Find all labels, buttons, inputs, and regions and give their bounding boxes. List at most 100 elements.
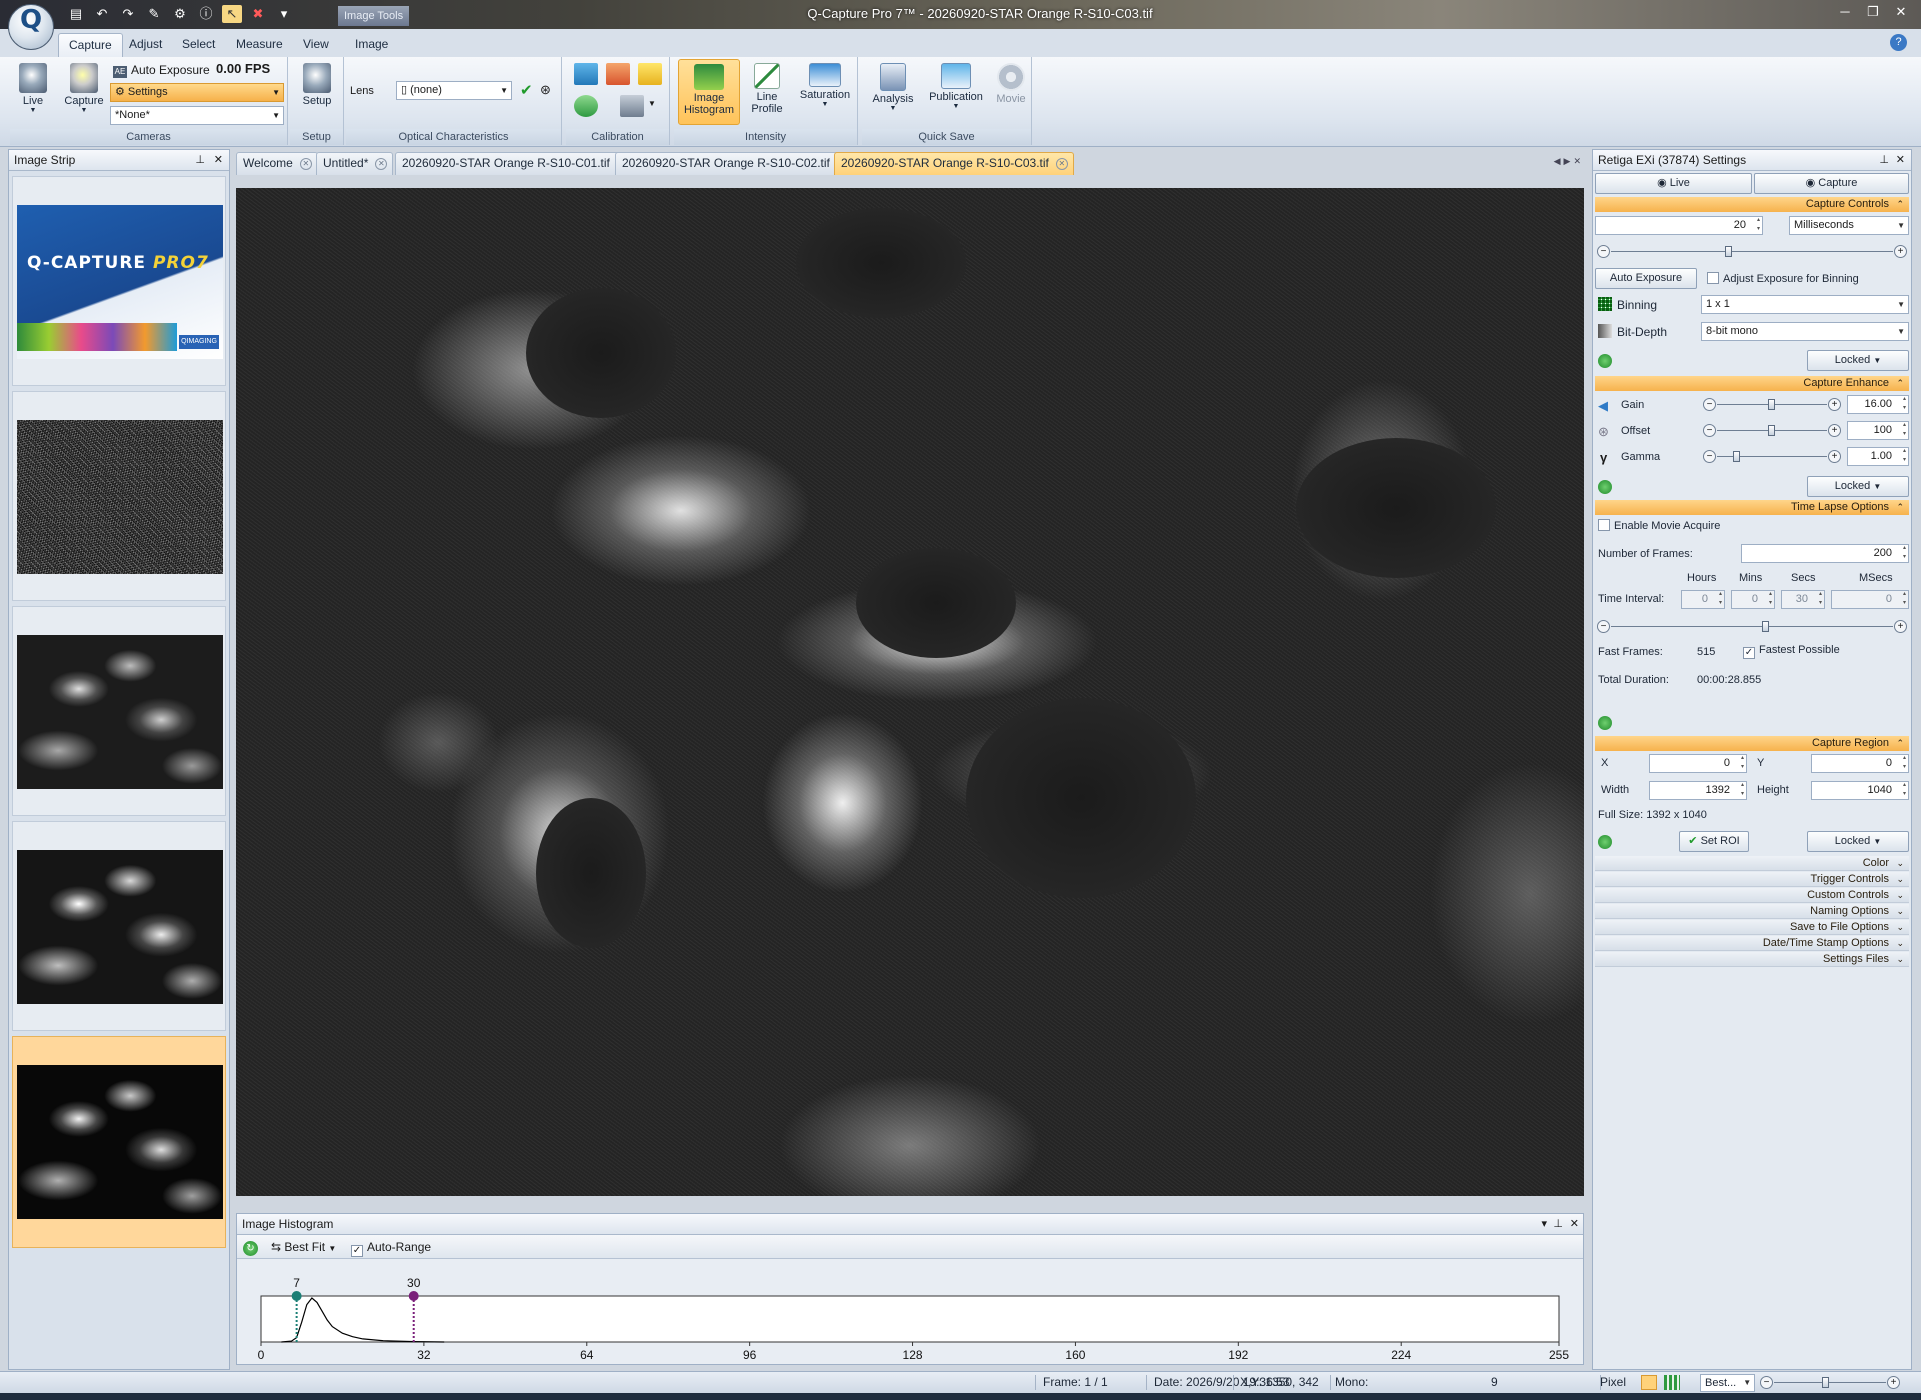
gain-slider[interactable]: − + xyxy=(1703,398,1841,412)
doc-tab-welcome[interactable]: Welcome ✕ xyxy=(236,152,318,175)
lens-settings-icon[interactable]: ⊛ xyxy=(540,82,551,98)
setup-button[interactable]: Setup xyxy=(294,59,340,107)
minus-icon[interactable]: − xyxy=(1703,398,1716,411)
undo-icon[interactable]: ↶ xyxy=(92,5,112,23)
minus-icon[interactable]: − xyxy=(1597,620,1610,633)
tab-nav-arrows[interactable]: ◀▶✕ xyxy=(1554,156,1584,167)
thumbnail-c01[interactable] xyxy=(12,606,226,816)
enable-movie-checkbox[interactable]: Enable Movie Acquire xyxy=(1598,519,1720,532)
settings-dropdown[interactable]: ⚙ Settings ▼ xyxy=(110,83,284,102)
preset-dropdown[interactable]: *None* ▼ xyxy=(110,106,284,125)
zoom-select[interactable]: Best... ▼ xyxy=(1700,1374,1756,1392)
pin-icon[interactable]: ⊥ xyxy=(195,150,205,171)
doc-tab-c03[interactable]: 20260920-STAR Orange R-S10-C03.tif ✕ xyxy=(834,152,1074,175)
minus-icon[interactable]: − xyxy=(1703,424,1716,437)
frames-input[interactable]: 200 xyxy=(1741,544,1909,563)
exposure-input[interactable]: 20 xyxy=(1595,216,1763,235)
capture-enhance-lock-button[interactable]: Locked ▼ xyxy=(1807,476,1909,497)
time-lapse-header[interactable]: Time Lapse Options ⌃ xyxy=(1595,500,1909,515)
slider-thumb[interactable] xyxy=(1732,451,1740,462)
apply-icon[interactable] xyxy=(1598,716,1612,730)
offset-input[interactable]: 100 xyxy=(1847,421,1909,440)
x-input[interactable]: 0 xyxy=(1649,754,1747,773)
saturation-button[interactable]: Saturation ▼ xyxy=(794,59,856,108)
pointer-icon[interactable]: ↖ xyxy=(222,5,242,23)
tab-capture[interactable]: Capture xyxy=(58,33,123,57)
capture-enhance-header[interactable]: Capture Enhance ⌃ xyxy=(1595,376,1909,391)
analysis-button[interactable]: Analysis ▼ xyxy=(866,59,920,112)
interval-msecs-input[interactable]: 0 xyxy=(1831,590,1909,609)
live-mode-button[interactable]: ◉ Live xyxy=(1595,173,1752,194)
close-icon[interactable]: ✕ xyxy=(214,150,223,171)
plus-icon[interactable]: + xyxy=(1894,620,1907,633)
fastest-possible-checkbox[interactable]: ✓ Fastest Possible xyxy=(1743,644,1840,659)
brush-icon[interactable]: ✎ xyxy=(144,5,164,23)
capture-button[interactable]: Capture ▼ xyxy=(60,59,108,114)
delete-icon[interactable]: ✖ xyxy=(248,5,268,23)
save-to-file-header[interactable]: Save to File Options ⌄ xyxy=(1595,920,1909,935)
image-histogram-button[interactable]: Image Histogram xyxy=(678,59,740,125)
bit-depth-select[interactable]: 8-bit mono ▼ xyxy=(1701,322,1909,341)
pixel-unit-toggle[interactable]: Pixel xyxy=(1600,1372,1626,1393)
thumbnail-splash[interactable]: Q-CAPTURE PRO7 QIMAGING xyxy=(12,176,226,386)
tab-select[interactable]: Select xyxy=(172,33,225,57)
slider-thumb[interactable] xyxy=(1768,399,1775,410)
custom-controls-header[interactable]: Custom Controls ⌄ xyxy=(1595,888,1909,903)
thumbnail-c03[interactable] xyxy=(12,1036,226,1248)
plus-icon[interactable]: + xyxy=(1894,245,1907,258)
capture-region-header[interactable]: Capture Region ⌃ xyxy=(1595,736,1909,751)
tab-view[interactable]: View xyxy=(293,33,339,57)
minus-icon[interactable]: − xyxy=(1703,450,1716,463)
close-button[interactable]: ✕ xyxy=(1887,2,1915,22)
spatial-calibration-icon[interactable] xyxy=(638,63,662,85)
publication-button[interactable]: Publication ▼ xyxy=(922,59,990,110)
y-input[interactable]: 0 xyxy=(1811,754,1909,773)
trigger-controls-header[interactable]: Trigger Controls ⌄ xyxy=(1595,872,1909,887)
auto-range-checkbox[interactable]: ✓ Auto-Range xyxy=(351,1238,431,1257)
app-menu-orb[interactable]: Q xyxy=(8,4,54,50)
plus-icon[interactable]: + xyxy=(1828,398,1841,411)
customize-qat-icon[interactable]: ▾ xyxy=(274,5,294,23)
maximize-button[interactable]: ❐ xyxy=(1859,2,1887,22)
thumbnail-untitled[interactable] xyxy=(12,391,226,601)
interval-hours-input[interactable]: 0 xyxy=(1681,590,1725,609)
best-fit-dropdown[interactable]: ⇆ Best Fit ▼ xyxy=(271,1238,336,1256)
zoom-slider[interactable]: − + xyxy=(1760,1376,1900,1390)
apply-check-icon[interactable]: ✔ xyxy=(520,81,533,99)
histogram-chart[interactable]: 7 30 0 32 64 96 128 160 192 224 255 xyxy=(237,1260,1583,1364)
chevron-down-icon[interactable]: ▼ xyxy=(648,99,656,108)
live-button[interactable]: Live ▼ xyxy=(12,59,54,114)
grid-view-icon[interactable] xyxy=(1664,1375,1680,1390)
doc-tab-untitled[interactable]: Untitled* ✕ xyxy=(316,152,394,175)
tab-measure[interactable]: Measure xyxy=(226,33,293,57)
tab-image[interactable]: Image xyxy=(345,33,398,57)
slider-thumb[interactable] xyxy=(1762,621,1770,632)
capture-mode-button[interactable]: ◉ Capture xyxy=(1754,173,1909,194)
offset-slider[interactable]: − + xyxy=(1703,424,1841,438)
gain-input[interactable]: 16.00 xyxy=(1847,395,1909,414)
tab-adjust[interactable]: Adjust xyxy=(119,33,172,57)
doc-tab-c01[interactable]: 20260920-STAR Orange R-S10-C01.tif✕ xyxy=(395,152,635,175)
set-roi-button[interactable]: ✔ Set ROI xyxy=(1679,831,1749,852)
histogram-refresh-button[interactable]: ↻ xyxy=(243,1238,258,1256)
close-icon[interactable]: ✕ xyxy=(299,158,312,170)
flat-field-icon[interactable] xyxy=(606,63,630,85)
gamma-slider[interactable]: − + xyxy=(1703,450,1841,464)
chevron-down-icon[interactable]: ▾ xyxy=(1541,1214,1547,1235)
calibrate-icon[interactable] xyxy=(574,63,598,85)
slider-thumb[interactable] xyxy=(1822,1377,1829,1388)
exposure-slider[interactable]: − + xyxy=(1597,245,1907,259)
capture-controls-header[interactable]: Capture Controls ⌃ xyxy=(1595,197,1909,212)
refresh-calibration-icon[interactable] xyxy=(574,95,598,117)
image-view-icon[interactable] xyxy=(1641,1375,1657,1390)
interval-slider[interactable]: − + xyxy=(1597,620,1907,634)
apply-icon[interactable] xyxy=(1598,354,1612,368)
lens-dropdown[interactable]: ▯ (none) ▼ xyxy=(396,81,512,100)
microscopy-image-canvas[interactable] xyxy=(236,188,1584,1196)
plus-icon[interactable]: + xyxy=(1828,424,1841,437)
apply-icon[interactable] xyxy=(1598,835,1612,849)
plus-icon[interactable]: + xyxy=(1887,1376,1900,1389)
auto-exposure-button[interactable]: Auto Exposure xyxy=(1595,268,1697,289)
info-icon[interactable]: ⓘ xyxy=(196,5,216,23)
adjust-binning-checkbox[interactable]: Adjust Exposure for Binning xyxy=(1707,272,1859,285)
